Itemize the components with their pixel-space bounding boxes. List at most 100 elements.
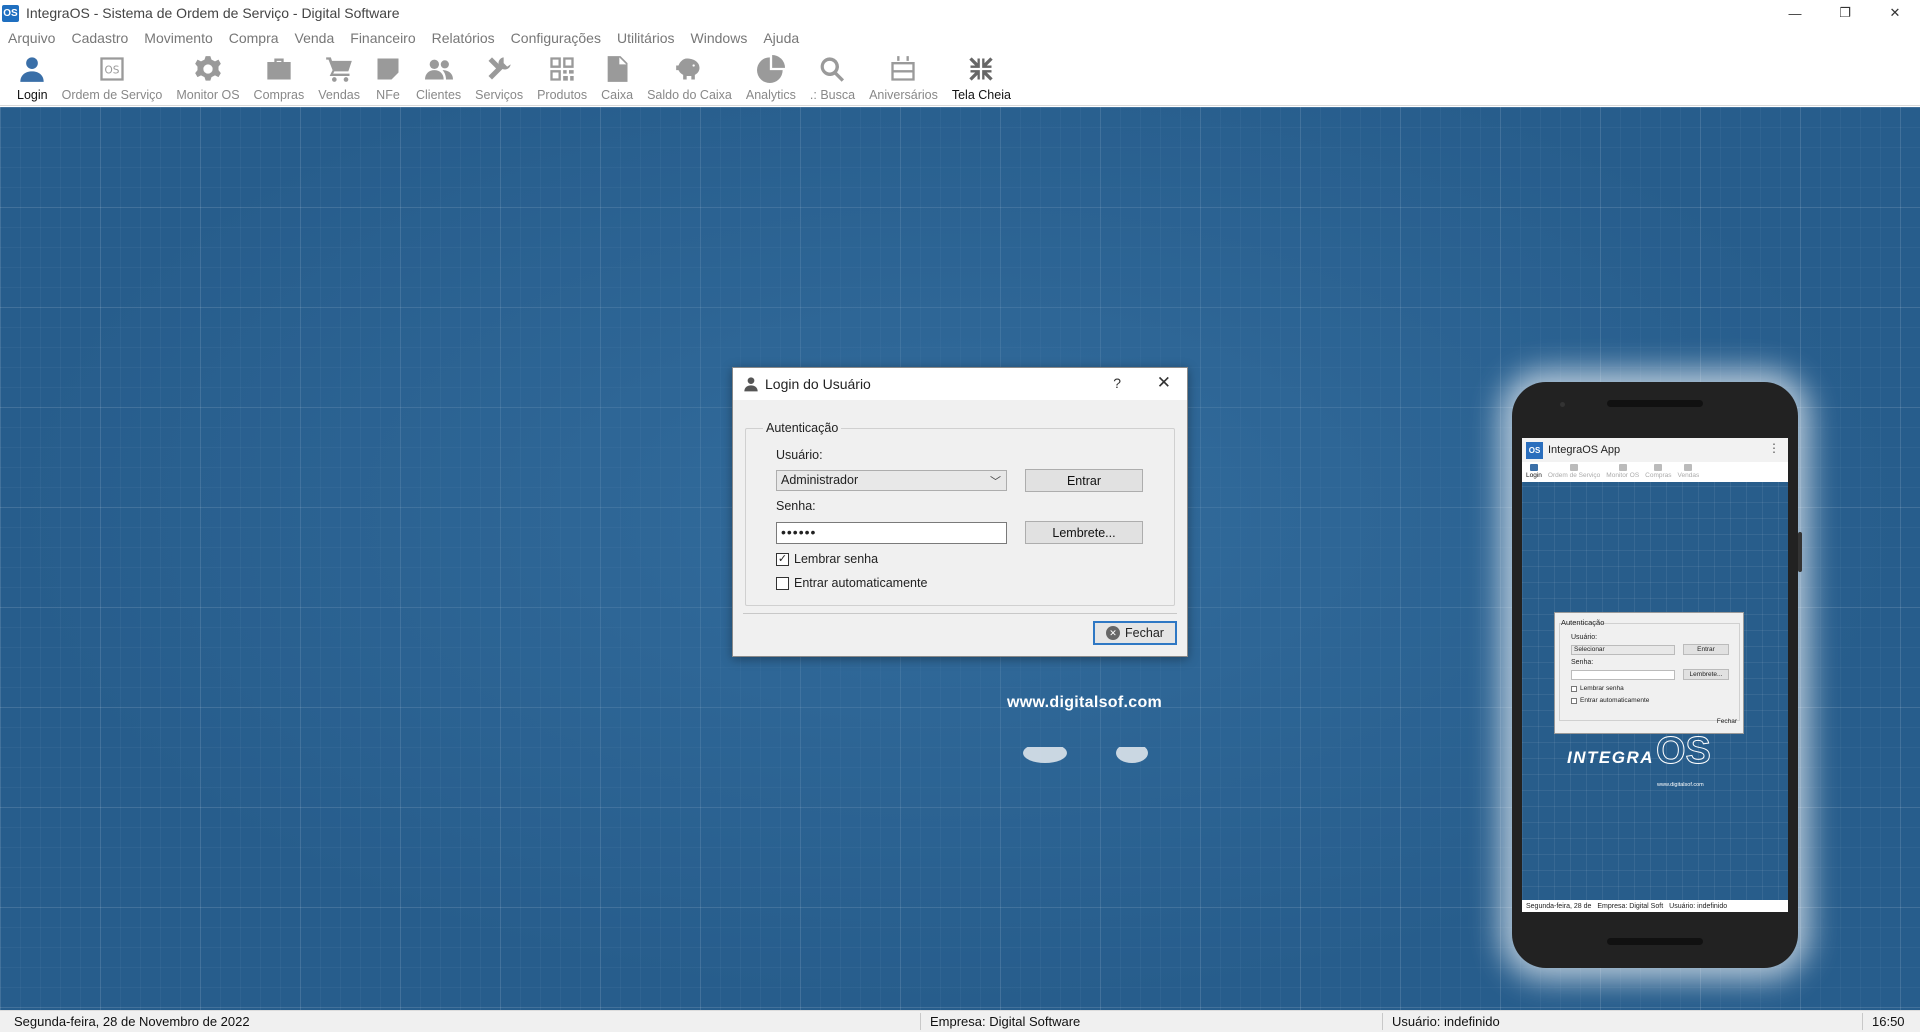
- enter-button[interactable]: Entrar: [1025, 469, 1143, 492]
- auto-login-label: Entrar automaticamente: [794, 576, 928, 590]
- tool-label: Produtos: [537, 88, 588, 102]
- close-window-button[interactable]: ✕: [1870, 0, 1920, 26]
- remember-password-checkbox[interactable]: ✓ Lembrar senha: [776, 552, 878, 566]
- dialog-separator: [743, 613, 1177, 614]
- tool-servicos[interactable]: Serviços: [468, 50, 530, 105]
- os-icon: [1570, 464, 1579, 471]
- tool-label: Vendas: [318, 88, 360, 102]
- cart-icon: [1684, 464, 1693, 471]
- help-button[interactable]: ?: [1113, 375, 1121, 391]
- close-button-label: Fechar: [1125, 626, 1164, 640]
- tool-busca[interactable]: .: Busca: [803, 50, 862, 105]
- tool-tela-cheia[interactable]: Tela Cheia: [945, 50, 1018, 105]
- tool-vendas[interactable]: Vendas: [311, 50, 367, 105]
- phone-camera: [1560, 402, 1565, 407]
- checkbox-unchecked-icon: [776, 576, 789, 590]
- close-button[interactable]: ✕ Fechar: [1093, 621, 1177, 645]
- reminder-button[interactable]: Lembrete...: [1025, 521, 1143, 544]
- phone-user-label: Usuário:: [1571, 634, 1598, 641]
- phone-close-button: Fechar: [1716, 718, 1737, 725]
- phone-password-label: Senha:: [1571, 659, 1594, 666]
- person-icon: [1529, 464, 1538, 471]
- search-icon: [821, 57, 845, 82]
- website-text: www.digitalsof.com: [1007, 694, 1163, 711]
- tool-ordem-de-servico[interactable]: OS Ordem de Serviço: [55, 50, 170, 105]
- phone-auto-checkbox: Entrar automaticamente: [1571, 697, 1649, 704]
- tool-label: NFe: [376, 88, 400, 102]
- phone-tool-label: Vendas: [1677, 472, 1700, 479]
- logo-fragment: [1023, 747, 1148, 763]
- menu-compra[interactable]: Compra: [229, 30, 279, 46]
- minimize-button[interactable]: —: [1770, 0, 1820, 26]
- tool-label: Compras: [253, 88, 305, 102]
- status-date: Segunda-feira, 28 de Novembro de 2022: [14, 1014, 250, 1029]
- tool-label: Clientes: [415, 88, 462, 102]
- tool-nfe[interactable]: NFe: [367, 50, 409, 105]
- phone-app-icon: OS: [1526, 441, 1543, 459]
- window-controls: — ❐ ✕: [1770, 0, 1920, 26]
- user-select[interactable]: Administrador ﹀: [776, 470, 1007, 491]
- dialog-title-bar: Login do Usuário ? ✕: [733, 368, 1187, 400]
- menu-financeiro[interactable]: Financeiro: [350, 30, 415, 46]
- phone-status-date: Segunda-feira, 28 de: [1526, 902, 1592, 910]
- phone-tool-label: Ordem de Serviço: [1547, 472, 1601, 479]
- phone-status-user: Usuário: indefinido: [1669, 902, 1728, 910]
- group-label: Autenticação: [763, 421, 842, 435]
- menu-movimento[interactable]: Movimento: [144, 30, 212, 46]
- tool-saldo-do-caixa[interactable]: Saldo do Caixa: [640, 50, 739, 105]
- phone-remember-checkbox: Lembrar senha: [1571, 685, 1624, 692]
- tool-produtos[interactable]: Produtos: [530, 50, 594, 105]
- close-circle-icon: ✕: [1106, 626, 1121, 640]
- tool-label: Tela Cheia: [951, 88, 1011, 102]
- phone-tool-label: Monitor OS: [1606, 472, 1640, 479]
- dialog-close-icon[interactable]: ✕: [1157, 373, 1171, 393]
- phone-toolbar: Login Ordem de Serviço Monitor OS Compra…: [1522, 462, 1788, 482]
- pie-chart-icon: [756, 55, 785, 83]
- tool-label: Serviços: [475, 88, 524, 102]
- piggy-icon: [676, 58, 700, 80]
- status-time: 16:50: [1872, 1014, 1905, 1029]
- tool-compras[interactable]: Compras: [247, 50, 312, 105]
- menu-relatorios[interactable]: Relatórios: [432, 30, 495, 46]
- tool-aniversarios[interactable]: Aniversários: [862, 50, 945, 105]
- menu-venda[interactable]: Venda: [295, 30, 335, 46]
- menu-arquivo[interactable]: Arquivo: [8, 30, 55, 46]
- tools-icon: [488, 57, 511, 80]
- menu-ajuda[interactable]: Ajuda: [763, 30, 799, 46]
- menu-utilitarios[interactable]: Utilitários: [617, 30, 675, 46]
- phone-side-button: [1798, 532, 1802, 572]
- checkbox-checked-icon: ✓: [776, 552, 789, 566]
- phone-tool: Vendas: [1677, 462, 1700, 482]
- phone-tool: Login: [1526, 462, 1542, 482]
- tool-caixa[interactable]: Caixa: [594, 50, 640, 105]
- more-vert-icon: ⋮: [1768, 441, 1780, 455]
- os-icon: OS: [100, 57, 124, 81]
- tool-label: Analytics: [745, 88, 796, 102]
- gear-icon: [195, 56, 221, 81]
- note-icon: [377, 58, 399, 80]
- restore-button[interactable]: ❐: [1820, 0, 1870, 26]
- tool-login[interactable]: Login: [10, 50, 55, 105]
- tool-label: Caixa: [601, 88, 634, 102]
- gear-icon: [1618, 464, 1627, 471]
- tool-monitor-os[interactable]: Monitor OS: [169, 50, 246, 105]
- phone-tool-label: Compras: [1645, 472, 1672, 479]
- phone-group-label: Autenticação: [1561, 618, 1605, 627]
- phone-enter-button: Entrar: [1683, 644, 1729, 655]
- tool-analytics[interactable]: Analytics: [739, 50, 803, 105]
- auto-login-checkbox[interactable]: Entrar automaticamente: [776, 576, 927, 590]
- tool-clientes[interactable]: Clientes: [409, 50, 468, 105]
- menu-windows[interactable]: Windows: [691, 30, 748, 46]
- tool-label: .: Busca: [809, 88, 856, 102]
- remember-password-label: Lembrar senha: [794, 552, 879, 566]
- app-icon: OS: [2, 4, 19, 22]
- fullscreen-exit-icon: [969, 57, 994, 81]
- phone-remember-label: Lembrar senha: [1580, 685, 1624, 692]
- menu-cadastro[interactable]: Cadastro: [71, 30, 128, 46]
- title-bar: OS IntegraOS - Sistema de Ordem de Servi…: [0, 0, 1920, 26]
- logo-os: OS: [1656, 730, 1712, 773]
- menu-configuracoes[interactable]: Configurações: [511, 30, 601, 46]
- password-field[interactable]: ••••••: [776, 522, 1007, 544]
- phone-tool: Ordem de Serviço: [1548, 462, 1600, 482]
- phone-tool-label: Login: [1526, 472, 1542, 479]
